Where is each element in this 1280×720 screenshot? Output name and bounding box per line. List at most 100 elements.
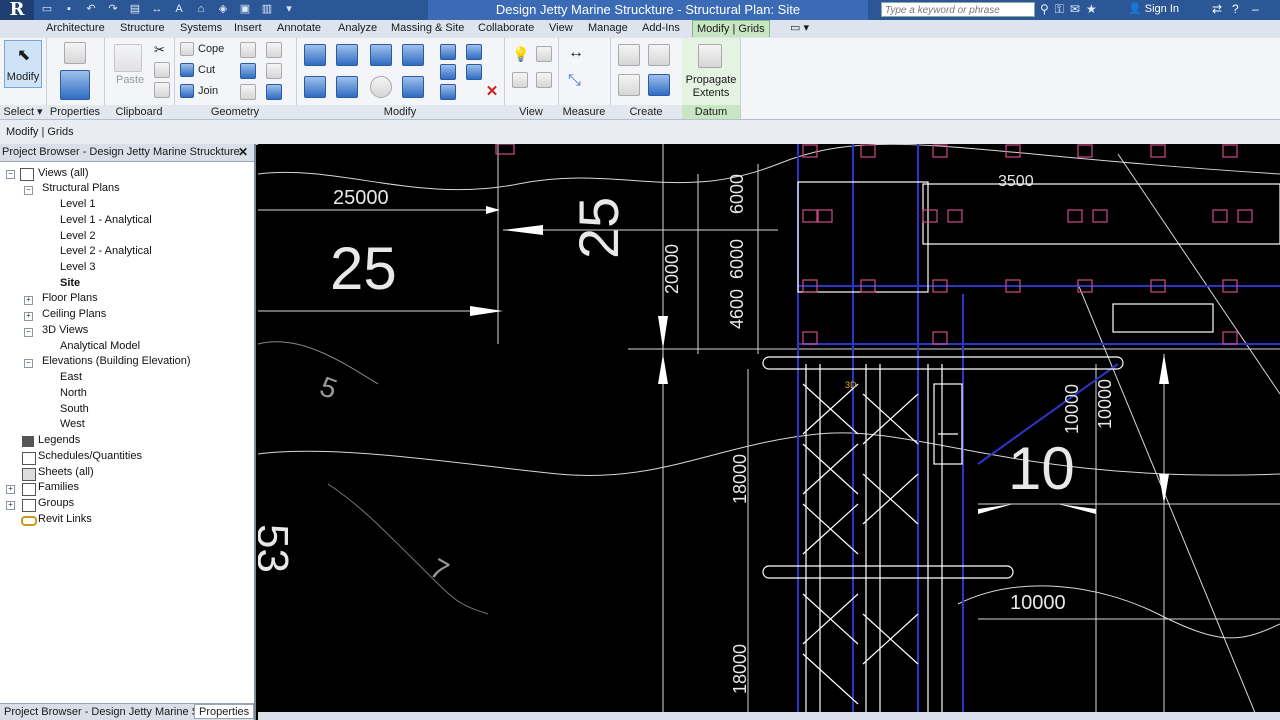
tab-options-icon[interactable]: ▭ ▾	[790, 21, 809, 34]
section-icon[interactable]: ◈	[216, 2, 230, 16]
align-icon[interactable]	[304, 44, 326, 66]
rotate-icon[interactable]	[370, 76, 392, 98]
tree-item[interactable]: Elevations (Building Elevation)	[42, 355, 191, 367]
tab-add-ins[interactable]: Add-Ins	[642, 22, 680, 34]
create-parts-icon[interactable]	[648, 44, 670, 66]
undo-icon[interactable]: ↶	[84, 2, 98, 16]
offset-icon[interactable]	[336, 44, 358, 66]
tree-item[interactable]: North	[60, 387, 87, 399]
tab-modify-grids[interactable]: Modify | Grids	[692, 20, 770, 37]
tree-item[interactable]: West	[60, 418, 85, 430]
tree-item[interactable]: Level 1 - Analytical	[60, 214, 152, 226]
paste-icon[interactable]	[114, 44, 142, 72]
tree-item[interactable]: Families	[38, 481, 79, 493]
tree-item[interactable]: East	[60, 371, 82, 383]
expand-toggle[interactable]: +	[24, 312, 33, 321]
pin-icon[interactable]	[440, 84, 456, 100]
linework-icon[interactable]	[512, 72, 528, 88]
tree-item[interactable]: Level 3	[60, 261, 95, 273]
favorites-icon[interactable]: ★	[1086, 2, 1097, 17]
expand-toggle[interactable]: +	[6, 501, 15, 510]
cope-button[interactable]: Cope	[180, 42, 224, 56]
redo-icon[interactable]: ↷	[106, 2, 120, 16]
scale-icon[interactable]	[466, 64, 482, 80]
tab-analyze[interactable]: Analyze	[338, 22, 377, 34]
mirror-axis-icon[interactable]	[370, 44, 392, 66]
binoculars-icon[interactable]: ⚲	[1040, 2, 1049, 17]
tree-item[interactable]: Views (all)	[38, 167, 89, 179]
close-icon[interactable]: ✕	[238, 144, 248, 161]
modify-button[interactable]: ⬉ Modify	[4, 40, 42, 88]
collapse-toggle[interactable]: −	[6, 170, 15, 179]
demolish-icon[interactable]	[266, 63, 282, 79]
cut-button[interactable]: Cut	[180, 63, 215, 77]
tab-manage[interactable]: Manage	[588, 22, 628, 34]
exchange-icon[interactable]: ⇄	[1212, 2, 1222, 16]
measure-between-icon[interactable]: ↔	[568, 44, 584, 62]
tree-item[interactable]: South	[60, 403, 89, 415]
tree-item[interactable]: Structural Plans	[42, 182, 120, 194]
tree-item[interactable]: Ceiling Plans	[42, 308, 106, 320]
propagate-extents-icon[interactable]	[698, 44, 722, 68]
tree-item[interactable]: Schedules/Quantities	[38, 450, 142, 462]
customize-qat-icon[interactable]: ▾	[282, 2, 296, 16]
save-icon[interactable]: ▪	[62, 2, 76, 16]
search-input[interactable]: Type a keyword or phrase	[881, 2, 1035, 17]
tree-item[interactable]: Level 2 - Analytical	[60, 245, 152, 257]
3d-view-icon[interactable]: ⌂	[194, 2, 208, 16]
collapse-toggle[interactable]: −	[24, 328, 33, 337]
split-gap-icon[interactable]	[466, 44, 482, 60]
collapse-toggle[interactable]: −	[24, 186, 33, 195]
paint-brush-icon[interactable]	[266, 84, 282, 100]
tree-item[interactable]: Legends	[38, 434, 80, 446]
split-element-icon[interactable]	[440, 44, 456, 60]
collapse-toggle[interactable]: −	[24, 359, 33, 368]
type-properties-icon[interactable]	[64, 42, 86, 64]
tree-item[interactable]: 3D Views	[42, 324, 88, 336]
copy-icon[interactable]	[154, 62, 170, 78]
tab-collaborate[interactable]: Collaborate	[478, 22, 534, 34]
split-face-icon[interactable]	[240, 42, 256, 58]
tree-item[interactable]: Analytical Model	[60, 340, 140, 352]
tree-item[interactable]: Level 1	[60, 198, 95, 210]
match-properties-icon[interactable]	[154, 82, 170, 98]
cut-scissors-icon[interactable]: ✂	[154, 42, 165, 58]
properties-icon[interactable]	[60, 70, 90, 100]
minimize-icon[interactable]: –	[1252, 2, 1259, 16]
drawing-canvas[interactable]: 25000 20000 6000 6000 4600 3500 18000 10…	[258, 144, 1280, 720]
sign-in-link[interactable]: 👤 Sign In	[1128, 2, 1179, 15]
select-dropdown[interactable]: Select ▾	[0, 105, 46, 119]
delete-icon[interactable]: ✕	[484, 84, 500, 100]
create-group-icon[interactable]	[618, 74, 640, 96]
expand-toggle[interactable]: +	[24, 296, 33, 305]
tree-item[interactable]: Floor Plans	[42, 292, 98, 304]
tab-architecture[interactable]: Architecture	[46, 22, 105, 34]
tab-view[interactable]: View	[549, 22, 573, 34]
trim-extend-icon[interactable]	[402, 76, 424, 98]
hide-bulb-icon[interactable]: 💡	[512, 46, 529, 63]
wall-joins-icon[interactable]	[240, 63, 256, 79]
override-graphics-icon[interactable]	[536, 46, 552, 62]
expand-toggle[interactable]: +	[6, 485, 15, 494]
hide-element-icon[interactable]	[536, 72, 552, 88]
switch-windows-icon[interactable]: ▥	[260, 2, 274, 16]
mirror-draw-icon[interactable]	[402, 44, 424, 66]
tab-massing-site[interactable]: Massing & Site	[391, 22, 464, 34]
footer-tab-project-browser[interactable]: Project Browser - Design Jetty Marine St…	[4, 706, 206, 718]
copy-element-icon[interactable]	[336, 76, 358, 98]
open-icon[interactable]: ▭	[40, 2, 54, 16]
dimension-icon[interactable]: ⤡	[568, 72, 581, 90]
beam-join-icon[interactable]	[240, 84, 256, 100]
measure-icon[interactable]: ↔	[150, 2, 164, 16]
annotation-icon[interactable]: A	[172, 2, 186, 16]
tree-item[interactable]: Groups	[38, 497, 74, 509]
print-icon[interactable]: ▤	[128, 2, 142, 16]
tab-insert[interactable]: Insert	[234, 22, 262, 34]
tab-structure[interactable]: Structure	[120, 22, 165, 34]
subscription-icon[interactable]: ⚿	[1055, 2, 1064, 17]
paint-icon[interactable]	[266, 42, 282, 58]
close-hidden-icon[interactable]: ▣	[238, 2, 252, 16]
tab-annotate[interactable]: Annotate	[277, 22, 321, 34]
tab-systems[interactable]: Systems	[180, 22, 222, 34]
communication-icon[interactable]: ✉	[1070, 2, 1080, 17]
